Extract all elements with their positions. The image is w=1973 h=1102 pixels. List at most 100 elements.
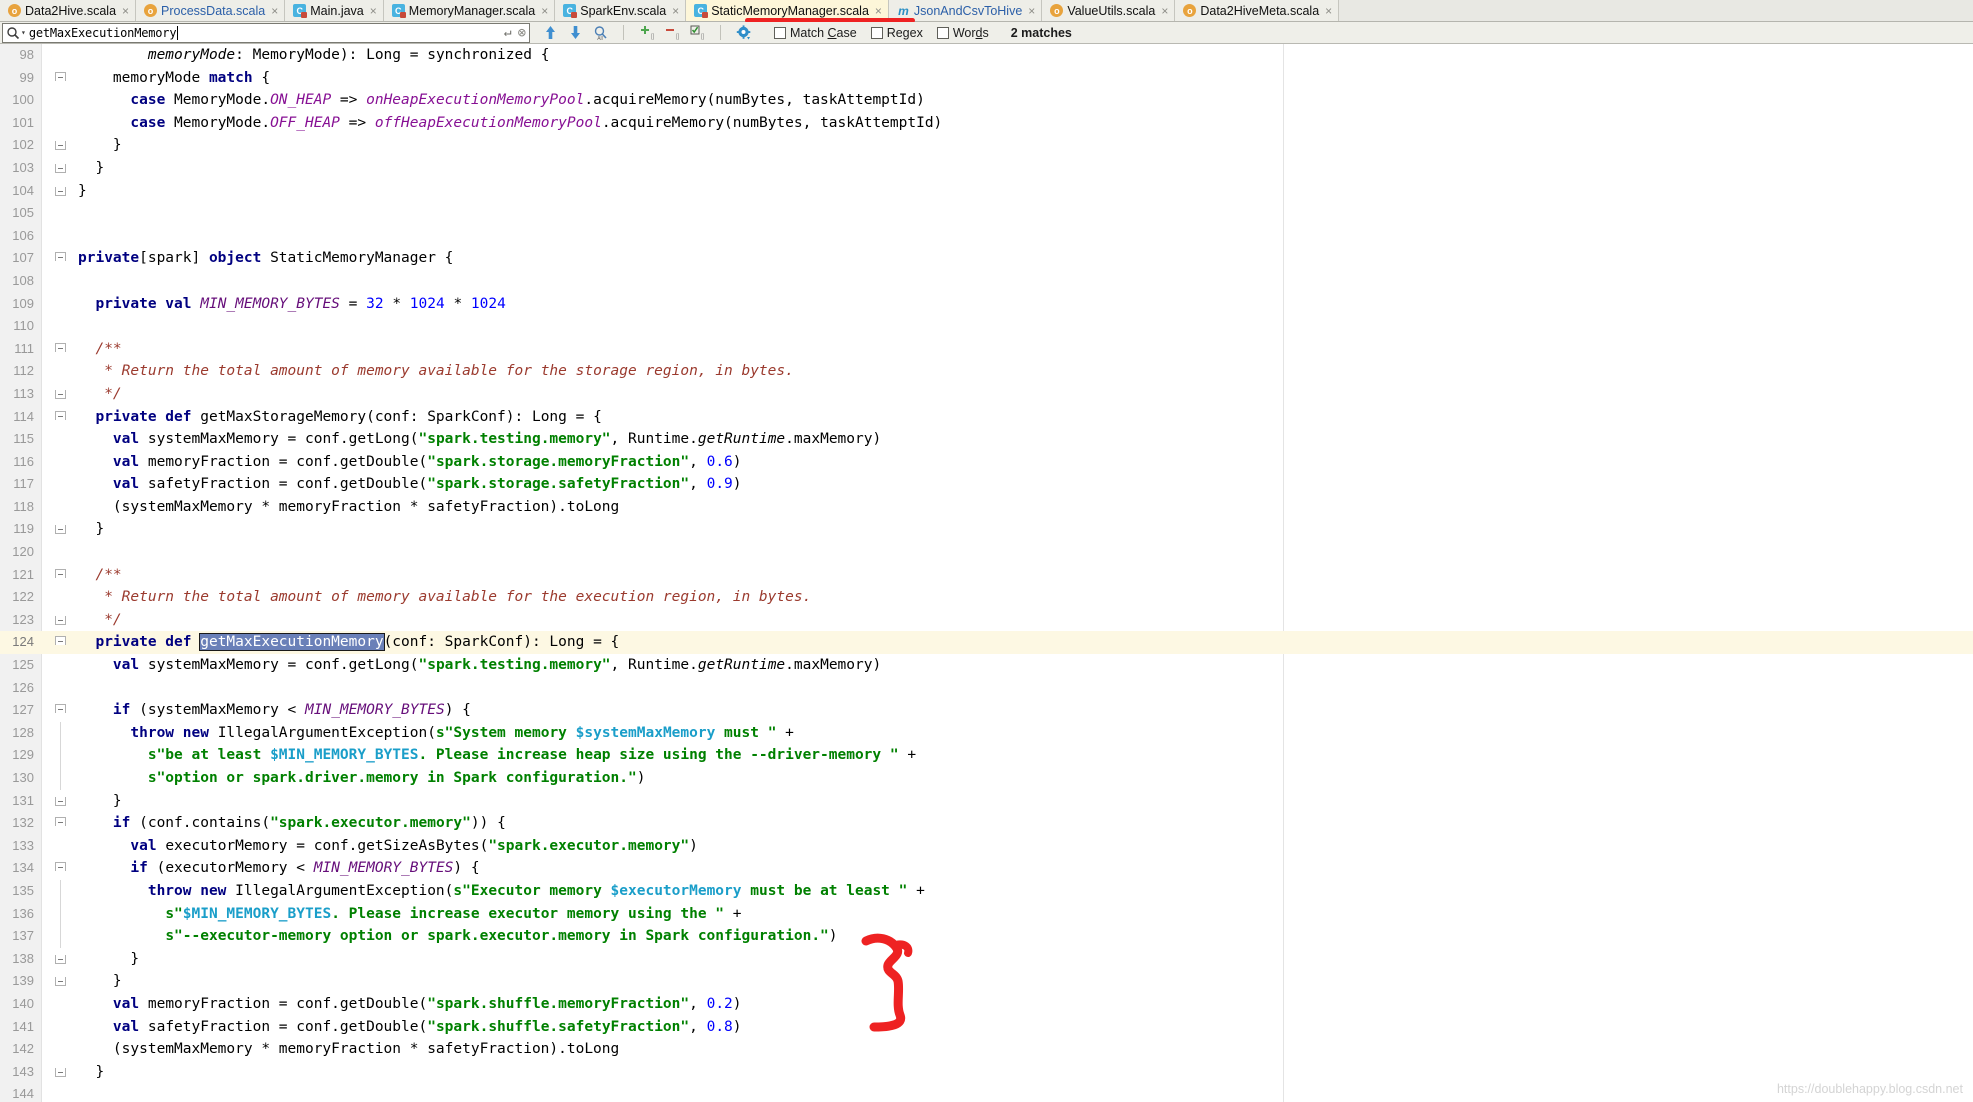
fold-expand-icon[interactable]: [55, 704, 66, 714]
line-number[interactable]: 129: [0, 744, 34, 767]
code-line[interactable]: 104}: [0, 180, 1973, 203]
line-number[interactable]: 127: [0, 699, 34, 722]
add-selection-icon[interactable]: []: [639, 25, 655, 41]
line-number[interactable]: 120: [0, 541, 34, 564]
line-number[interactable]: 110: [0, 315, 34, 338]
fold-expand-icon[interactable]: [55, 636, 66, 646]
line-number[interactable]: 138: [0, 948, 34, 971]
line-number[interactable]: 115: [0, 428, 34, 451]
code-line[interactable]: 141 val safetyFraction = conf.getDouble(…: [0, 1016, 1973, 1039]
line-number[interactable]: 141: [0, 1016, 34, 1039]
code-line[interactable]: 140 val memoryFraction = conf.getDouble(…: [0, 993, 1973, 1016]
fold-expand-icon[interactable]: [55, 252, 66, 262]
line-number[interactable]: 144: [0, 1083, 34, 1102]
code-line[interactable]: 126: [0, 677, 1973, 700]
line-number[interactable]: 109: [0, 293, 34, 316]
line-number[interactable]: 100: [0, 89, 34, 112]
code-line[interactable]: 113 */: [0, 383, 1973, 406]
checkbox-icon[interactable]: [936, 26, 949, 39]
fold-expand-icon[interactable]: [55, 817, 66, 827]
clear-search-icon[interactable]: ⊗: [518, 25, 526, 41]
close-icon[interactable]: ×: [670, 5, 679, 17]
code-line[interactable]: 133 val executorMemory = conf.getSizeAsB…: [0, 835, 1973, 858]
code-line[interactable]: 100 case MemoryMode.ON_HEAP => onHeapExe…: [0, 89, 1973, 112]
line-number[interactable]: 132: [0, 812, 34, 835]
fold-expand-icon[interactable]: [55, 862, 66, 872]
fold-collapse-icon[interactable]: [55, 954, 66, 964]
code-editor[interactable]: 98 memoryMode: MemoryMode): Long = synch…: [0, 44, 1973, 1102]
code-line[interactable]: 105: [0, 202, 1973, 225]
line-number[interactable]: 125: [0, 654, 34, 677]
line-number[interactable]: 118: [0, 496, 34, 519]
line-number[interactable]: 102: [0, 134, 34, 157]
find-all-icon[interactable]: All: [592, 25, 608, 41]
editor-tab-processdata-scala[interactable]: o ProcessData.scala ×: [136, 0, 286, 21]
line-number[interactable]: 98: [0, 44, 34, 67]
code-line[interactable]: 107 private[spark] object StaticMemoryMan…: [0, 247, 1973, 270]
fold-collapse-icon[interactable]: [55, 163, 66, 173]
line-number[interactable]: 114: [0, 406, 34, 429]
code-line[interactable]: 110: [0, 315, 1973, 338]
line-number[interactable]: 139: [0, 970, 34, 993]
find-next-icon[interactable]: [567, 25, 583, 41]
line-number[interactable]: 140: [0, 993, 34, 1016]
line-number[interactable]: 105: [0, 202, 34, 225]
line-number[interactable]: 122: [0, 586, 34, 609]
fold-expand-icon[interactable]: [55, 342, 66, 352]
code-line[interactable]: 130 s"option or spark.driver.memory in S…: [0, 767, 1973, 790]
line-number[interactable]: 103: [0, 157, 34, 180]
code-line[interactable]: 144: [0, 1083, 1973, 1102]
code-line[interactable]: 135 throw new IllegalArgumentException(s…: [0, 879, 1973, 903]
fold-expand-icon[interactable]: [55, 71, 66, 81]
line-number[interactable]: 108: [0, 270, 34, 293]
line-number[interactable]: 121: [0, 564, 34, 587]
code-line[interactable]: 117 val safetyFraction = conf.getDouble(…: [0, 473, 1973, 496]
line-number[interactable]: 112: [0, 360, 34, 383]
search-input[interactable]: ▾ getMaxExecutionMemory ↵ ⊗: [2, 22, 530, 43]
line-number[interactable]: 128: [0, 722, 34, 745]
line-number[interactable]: 131: [0, 790, 34, 813]
editor-tab-sparkenv-scala[interactable]: C SparkEnv.scala ×: [555, 0, 687, 21]
code-line[interactable]: 129 s"be at least $MIN_MEMORY_BYTES. Ple…: [0, 744, 1973, 767]
find-previous-icon[interactable]: [542, 25, 558, 41]
code-line[interactable]: 103 }: [0, 157, 1973, 180]
line-number[interactable]: 119: [0, 518, 34, 541]
search-history-chevron-down-icon[interactable]: ▾: [21, 28, 26, 37]
line-number[interactable]: 136: [0, 903, 34, 926]
fold-collapse-icon[interactable]: [55, 186, 66, 196]
close-icon[interactable]: ×: [269, 5, 278, 17]
code-line[interactable]: 120: [0, 541, 1973, 564]
fold-collapse-icon[interactable]: [55, 615, 66, 625]
fold-collapse-icon[interactable]: [55, 796, 66, 806]
fold-collapse-icon[interactable]: [55, 389, 66, 399]
line-number[interactable]: 111: [0, 338, 34, 361]
line-number[interactable]: 130: [0, 767, 34, 790]
checkbox-icon[interactable]: [870, 26, 883, 39]
gear-icon[interactable]: [736, 24, 752, 41]
find-option-match-case[interactable]: Match Case: [774, 26, 857, 40]
close-icon[interactable]: ×: [539, 5, 548, 17]
code-line[interactable]: 124 private def getMaxExecutionMemory(co…: [0, 631, 1973, 655]
code-line[interactable]: 116 val memoryFraction = conf.getDouble(…: [0, 451, 1973, 474]
code-line[interactable]: 112 * Return the total amount of memory …: [0, 360, 1973, 383]
code-line[interactable]: 101 case MemoryMode.OFF_HEAP => offHeapE…: [0, 112, 1973, 135]
code-line[interactable]: 136 s"$MIN_MEMORY_BYTES. Please increase…: [0, 902, 1973, 926]
close-icon[interactable]: ×: [1159, 5, 1168, 17]
fold-collapse-icon[interactable]: [55, 141, 66, 151]
line-number[interactable]: 133: [0, 835, 34, 858]
fold-collapse-icon[interactable]: [55, 525, 66, 535]
code-line[interactable]: 132 if (conf.contains("spark.executor.me…: [0, 812, 1973, 835]
code-line[interactable]: 134 if (executorMemory < MIN_MEMORY_BYTE…: [0, 857, 1973, 880]
code-line[interactable]: 111 /**: [0, 338, 1973, 361]
code-line[interactable]: 131 }: [0, 790, 1973, 813]
line-number[interactable]: 113: [0, 383, 34, 406]
code-line[interactable]: 115 val systemMaxMemory = conf.getLong("…: [0, 428, 1973, 451]
line-number[interactable]: 99: [0, 67, 34, 90]
code-line[interactable]: 109 private val MIN_MEMORY_BYTES = 32 * …: [0, 293, 1973, 316]
fold-collapse-icon[interactable]: [55, 977, 66, 987]
editor-tab-valueutils-scala[interactable]: o ValueUtils.scala ×: [1042, 0, 1176, 21]
line-number[interactable]: 124: [0, 631, 34, 654]
editor-tab-data2hive-scala[interactable]: o Data2Hive.scala ×: [0, 0, 137, 21]
code-line[interactable]: 118 (systemMaxMemory * memoryFraction * …: [0, 496, 1973, 519]
code-line[interactable]: 123 */: [0, 609, 1973, 632]
